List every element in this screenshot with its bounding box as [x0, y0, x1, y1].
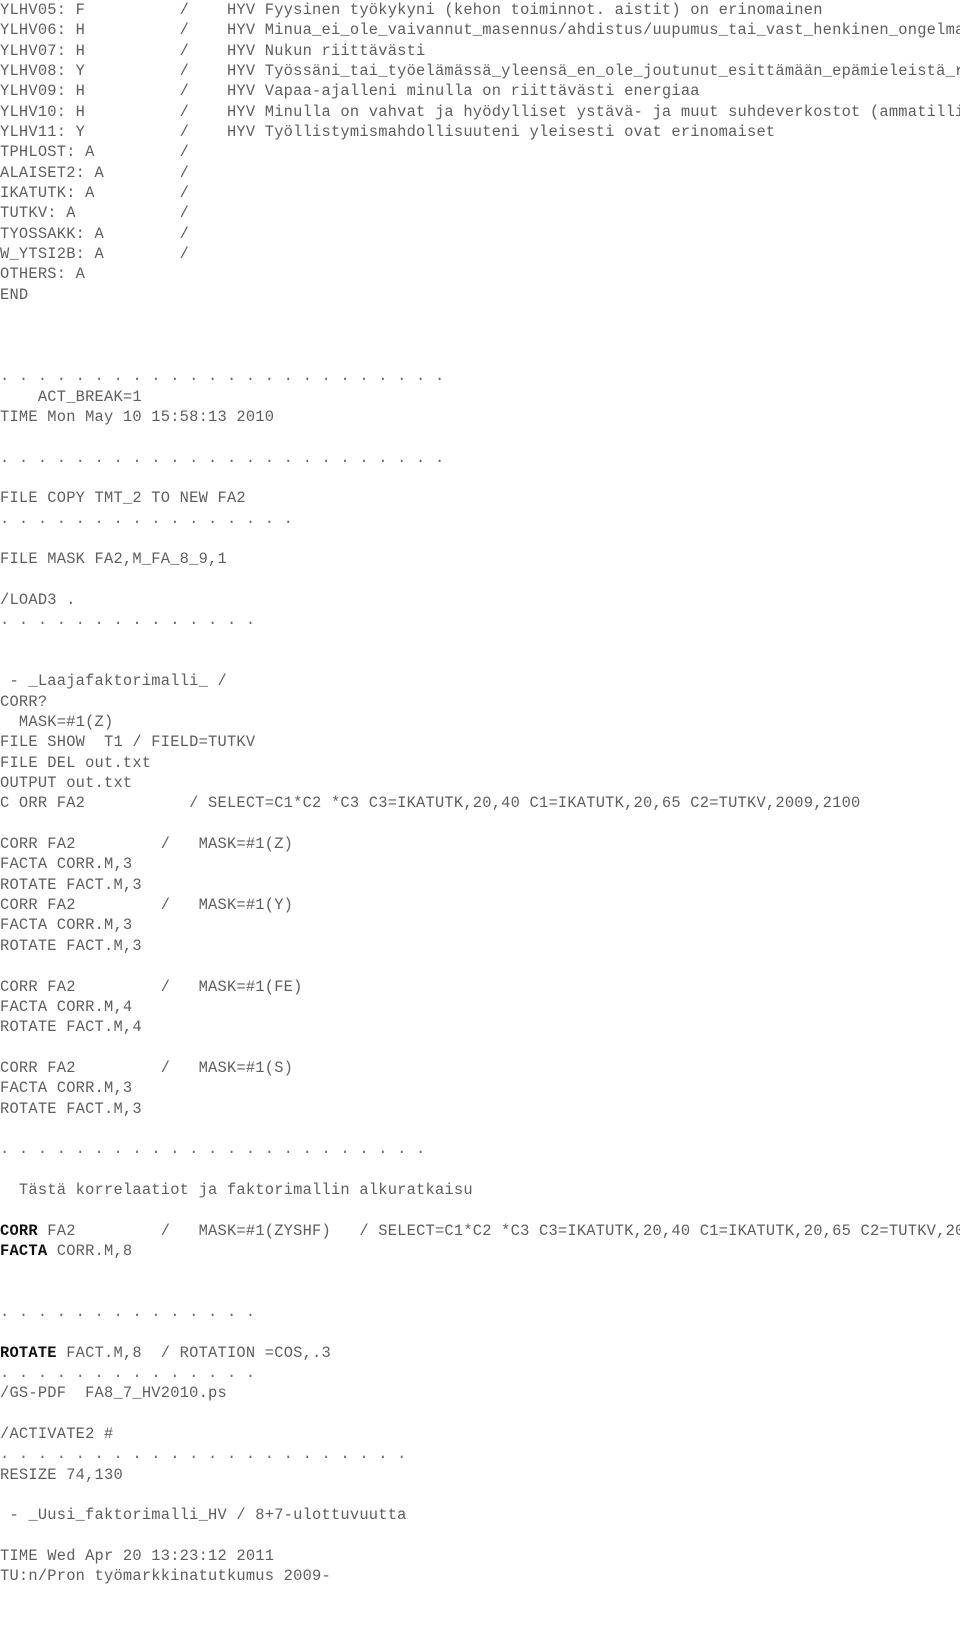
- text-line: [0, 956, 960, 976]
- text-line: YLHV08: Y / HYV Työssäni_tai_työelämässä…: [0, 62, 960, 81]
- text-line: YLHV10: H / HYV Minulla on vahvat ja hyö…: [0, 102, 960, 121]
- text-line: /ACTIVATE2 #: [0, 1425, 114, 1444]
- text-line: [0, 1322, 960, 1342]
- text-line: CORR FA2 / MASK=#1(S): [0, 1058, 294, 1077]
- text-line: [0, 1160, 960, 1180]
- text-line: ROTATE FACT.M,3: [0, 1099, 142, 1118]
- text-line: FACTA CORR.M,8: [0, 1241, 960, 1261]
- text-line: YLHV09: H / HYV Vapaa-ajalleni minulla o…: [0, 82, 700, 101]
- text-line: TPHLOST: A /: [0, 143, 190, 162]
- text-line: [0, 814, 960, 834]
- text-line: CORR FA2 / MASK=#1(ZYSHF) / SELECT=C1*C2…: [0, 1221, 960, 1241]
- text-line: . . . . . . . . . . . . . . . . . . . . …: [0, 1140, 426, 1159]
- text-line: [0, 1282, 960, 1302]
- text-line: RESIZE 74,130: [0, 1465, 123, 1484]
- text-line: [0, 631, 960, 651]
- text-line: ROTATE FACT.M,4: [0, 1018, 142, 1037]
- text-line: . . . . . . . . . . . . . .: [0, 1364, 256, 1383]
- command-keyword: ROTATE: [0, 1343, 57, 1362]
- text-line: [0, 529, 960, 549]
- text-line: YLHV11: Y / HYV Työllistymismahdollisuut…: [0, 123, 776, 142]
- text-line: [0, 1038, 960, 1058]
- text-line: [0, 427, 960, 447]
- text-line: [0, 1119, 960, 1139]
- text-line: [0, 1526, 960, 1546]
- text-line: [0, 1485, 960, 1505]
- text-line: YLHV05: F / HYV Fyysinen työkykyni (keho…: [0, 1, 823, 19]
- text-line: CORR?: [0, 692, 48, 711]
- text-line: [0, 570, 960, 590]
- text-line: . . . . . . . . . . . . . .: [0, 1303, 256, 1321]
- text-line: [0, 1261, 960, 1281]
- text-line: /GS-PDF FA8_7_HV2010.ps: [0, 1384, 227, 1403]
- text-line: YLHV06: H / HYV Minua_ei_ole_vaivannut_m…: [0, 21, 960, 40]
- text-line: ROTATE FACT.M,8 / ROTATION =COS,.3: [0, 1343, 960, 1363]
- text-line: [0, 1404, 960, 1424]
- text-line: [0, 326, 960, 346]
- text-line: MASK=#1(Z): [0, 713, 114, 732]
- text-line: ACT_BREAK=1: [0, 387, 142, 406]
- text-line: [0, 651, 960, 671]
- text-line: TUTKV: A /: [0, 204, 190, 223]
- text-line: CORR FA2 / MASK=#1(FE): [0, 977, 303, 996]
- text-line: [0, 1200, 960, 1220]
- text-line: FILE DEL out.txt: [0, 753, 152, 772]
- text-line: ALAISET2: A /: [0, 163, 190, 182]
- text-line: FILE SHOW T1 / FIELD=TUTKV: [0, 733, 256, 752]
- text-line: FILE COPY TMT_2 TO NEW FA2: [0, 489, 246, 508]
- text-line: ROTATE FACT.M,3: [0, 875, 142, 894]
- command-arguments: FACT.M,8 / ROTATION =COS,.3: [56, 1343, 331, 1362]
- text-listing: YLHV05: F / HYV Fyysinen työkykyni (keho…: [0, 0, 960, 1587]
- text-line: . . . . . . . . . . . . . .: [0, 611, 256, 630]
- text-line: [0, 468, 960, 488]
- text-line: TIME Mon May 10 15:58:13 2010: [0, 407, 275, 426]
- text-line: [0, 305, 960, 325]
- command-keyword: CORR: [0, 1221, 38, 1240]
- text-line: FILE MASK FA2,M_FA_8_9,1: [0, 550, 227, 569]
- text-line: IKATUTK: A /: [0, 184, 190, 203]
- text-line: TYOSSAKK: A /: [0, 224, 190, 243]
- command-arguments: FA2 / MASK=#1(ZYSHF) / SELECT=C1*C2 *C3 …: [37, 1221, 960, 1240]
- text-line: ROTATE FACT.M,3: [0, 936, 142, 955]
- text-line: CORR FA2 / MASK=#1(Z): [0, 835, 294, 854]
- text-line: . . . . . . . . . . . . . . . . . . . . …: [0, 1445, 407, 1464]
- text-line: C ORR FA2 / SELECT=C1*C2 *C3 C3=IKATUTK,…: [0, 794, 861, 813]
- text-line: OUTPUT out.txt: [0, 774, 133, 793]
- text-line: CORR FA2 / MASK=#1(Y): [0, 896, 294, 915]
- text-line: FACTA CORR.M,3: [0, 855, 133, 874]
- text-line: [0, 346, 960, 366]
- command-arguments: CORR.M,8: [47, 1241, 133, 1260]
- text-line: TU:n/Pron työmarkkinatutkumus 2009-: [0, 1567, 331, 1586]
- text-line: TIME Wed Apr 20 13:23:12 2011: [0, 1547, 275, 1566]
- text-line: . . . . . . . . . . . . . . . . . . . . …: [0, 448, 445, 467]
- text-line: FACTA CORR.M,3: [0, 916, 133, 935]
- text-line: FACTA CORR.M,3: [0, 1079, 133, 1098]
- text-line: OTHERS: A: [0, 265, 86, 284]
- text-line: . . . . . . . . . . . . . . . . . . . . …: [0, 367, 445, 386]
- text-line: END: [0, 285, 29, 304]
- text-line: /LOAD3 .: [0, 590, 76, 609]
- text-line: . . . . . . . . . . . . . . . .: [0, 509, 294, 528]
- text-line: Tästä korrelaatiot ja faktorimallin alku…: [0, 1180, 473, 1199]
- command-keyword: FACTA: [0, 1241, 48, 1260]
- text-line: - _Laajafaktorimalli_ /: [0, 672, 227, 691]
- text-line: - _Uusi_faktorimalli_HV / 8+7-ulottuvuut…: [0, 1506, 407, 1525]
- text-line: FACTA CORR.M,4: [0, 997, 133, 1016]
- text-line: YLHV07: H / HYV Nukun riittävästi: [0, 41, 426, 60]
- text-line: W_YTSI2B: A /: [0, 245, 190, 264]
